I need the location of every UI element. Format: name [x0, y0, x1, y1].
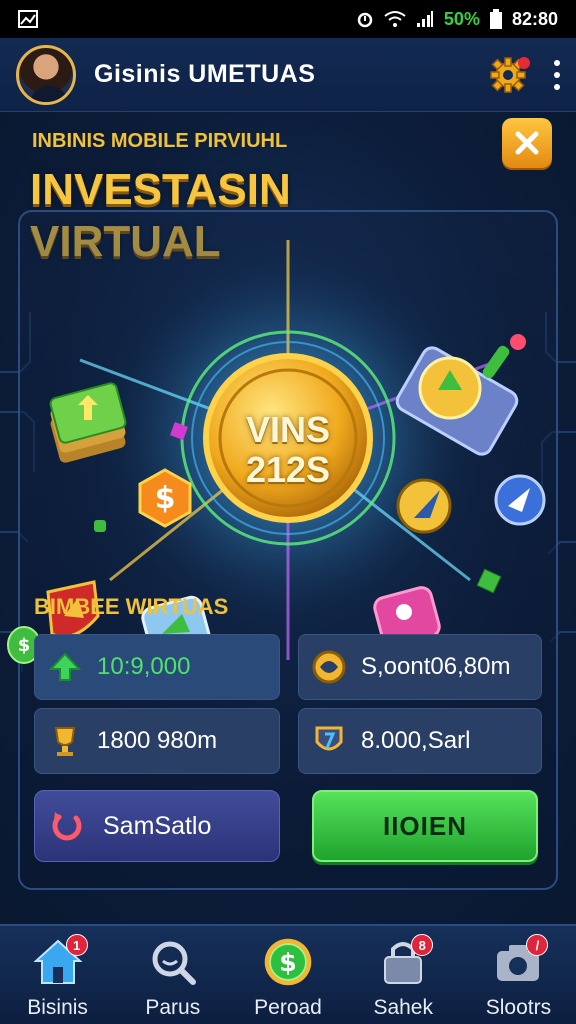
lock-icon: 8: [377, 934, 434, 988]
signal-icon: [416, 11, 433, 27]
search-icon: [147, 936, 199, 988]
up-arrow-icon: [47, 649, 83, 685]
nav-badge: 8: [411, 934, 434, 956]
stat-card-secured[interactable]: 8.000,Sarl: [298, 708, 542, 774]
refresh-icon: [52, 812, 82, 841]
svg-text:$: $: [155, 481, 176, 516]
trophy-icon: [47, 723, 83, 759]
secondary-action-button[interactable]: SamSatlo: [34, 790, 280, 862]
clock: 82:80: [511, 8, 558, 29]
stat-value: S,oont06,80m: [361, 653, 511, 680]
compass-icon: [396, 478, 452, 534]
primary-action-label: IIOIEN: [382, 810, 467, 841]
nav-item-home[interactable]: 1 Bisinis: [0, 926, 115, 1024]
svg-text:$: $: [279, 948, 296, 977]
camera-icon: /: [492, 934, 549, 988]
nav-label: Sahek: [373, 996, 433, 1019]
more-dot-icon: [554, 59, 560, 66]
secondary-action-label: SamSatlo: [103, 811, 212, 840]
primary-action-button[interactable]: IIOIEN: [312, 790, 538, 862]
wifi-icon: [384, 11, 406, 27]
nav-label: Bisinis: [27, 996, 88, 1019]
bottom-nav: 1 Bisinis Parus $ Peroad 8 Sahek / Sloot…: [0, 924, 576, 1024]
alarm-icon: [357, 12, 373, 28]
section-title: BIMBEE WIRTUAS: [34, 594, 229, 619]
more-dot-icon: [554, 83, 560, 90]
globe-coin-icon: [311, 649, 347, 685]
status-bar: 50% 82:80: [0, 0, 576, 38]
close-button[interactable]: [502, 118, 552, 168]
stat-card-earnings[interactable]: 1800 980m: [34, 708, 280, 774]
dollar-hex-icon: $: [138, 468, 192, 528]
stat-value: 8.000,Sarl: [361, 727, 471, 754]
nav-item-search[interactable]: Parus: [115, 926, 230, 1024]
nav-item-camera[interactable]: / Slootrs: [461, 926, 576, 1024]
avatar[interactable]: [16, 44, 76, 105]
coin-label: VINS 212S: [245, 409, 331, 490]
nav-label: Parus: [145, 996, 201, 1019]
dollar-icon: $: [262, 936, 314, 988]
promo-eyebrow: INBINIS MOBILE PIRVIUHL: [32, 130, 288, 152]
stat-value: 10:9,000: [97, 653, 191, 680]
home-icon: 1: [32, 934, 88, 988]
nav-label: Peroad: [254, 996, 322, 1019]
battery-percent: 50%: [443, 8, 480, 29]
stat-card-assets[interactable]: S,oont06,80m: [298, 634, 542, 700]
stat-card-balance[interactable]: 10:9,000: [34, 634, 280, 700]
more-dot-icon: [554, 71, 560, 78]
photo-notification-icon: [18, 10, 38, 28]
stat-value: 1800 980m: [97, 727, 218, 754]
main-content: INBINIS MOBILE PIRVIUHL INVESTASIN VIRTU…: [0, 112, 576, 924]
nav-item-wallet[interactable]: 8 Sahek: [346, 926, 461, 1024]
notification-dot: [518, 56, 530, 69]
svg-text:$: $: [18, 635, 31, 656]
send-bubble-icon: [494, 474, 546, 526]
nav-badge: /: [526, 934, 549, 956]
battery-icon: [489, 9, 502, 29]
nav-badge: 1: [65, 934, 88, 956]
shield-icon: [311, 723, 347, 759]
app-title: Gisinis UMETUAS: [94, 60, 316, 88]
more-menu-button[interactable]: [554, 59, 560, 90]
close-icon: [515, 131, 539, 155]
app-header: Gisinis UMETUAS: [0, 38, 576, 112]
nav-item-payment[interactable]: $ Peroad: [230, 926, 345, 1024]
settings-button[interactable]: [488, 55, 530, 95]
nav-label: Slootrs: [485, 996, 552, 1019]
